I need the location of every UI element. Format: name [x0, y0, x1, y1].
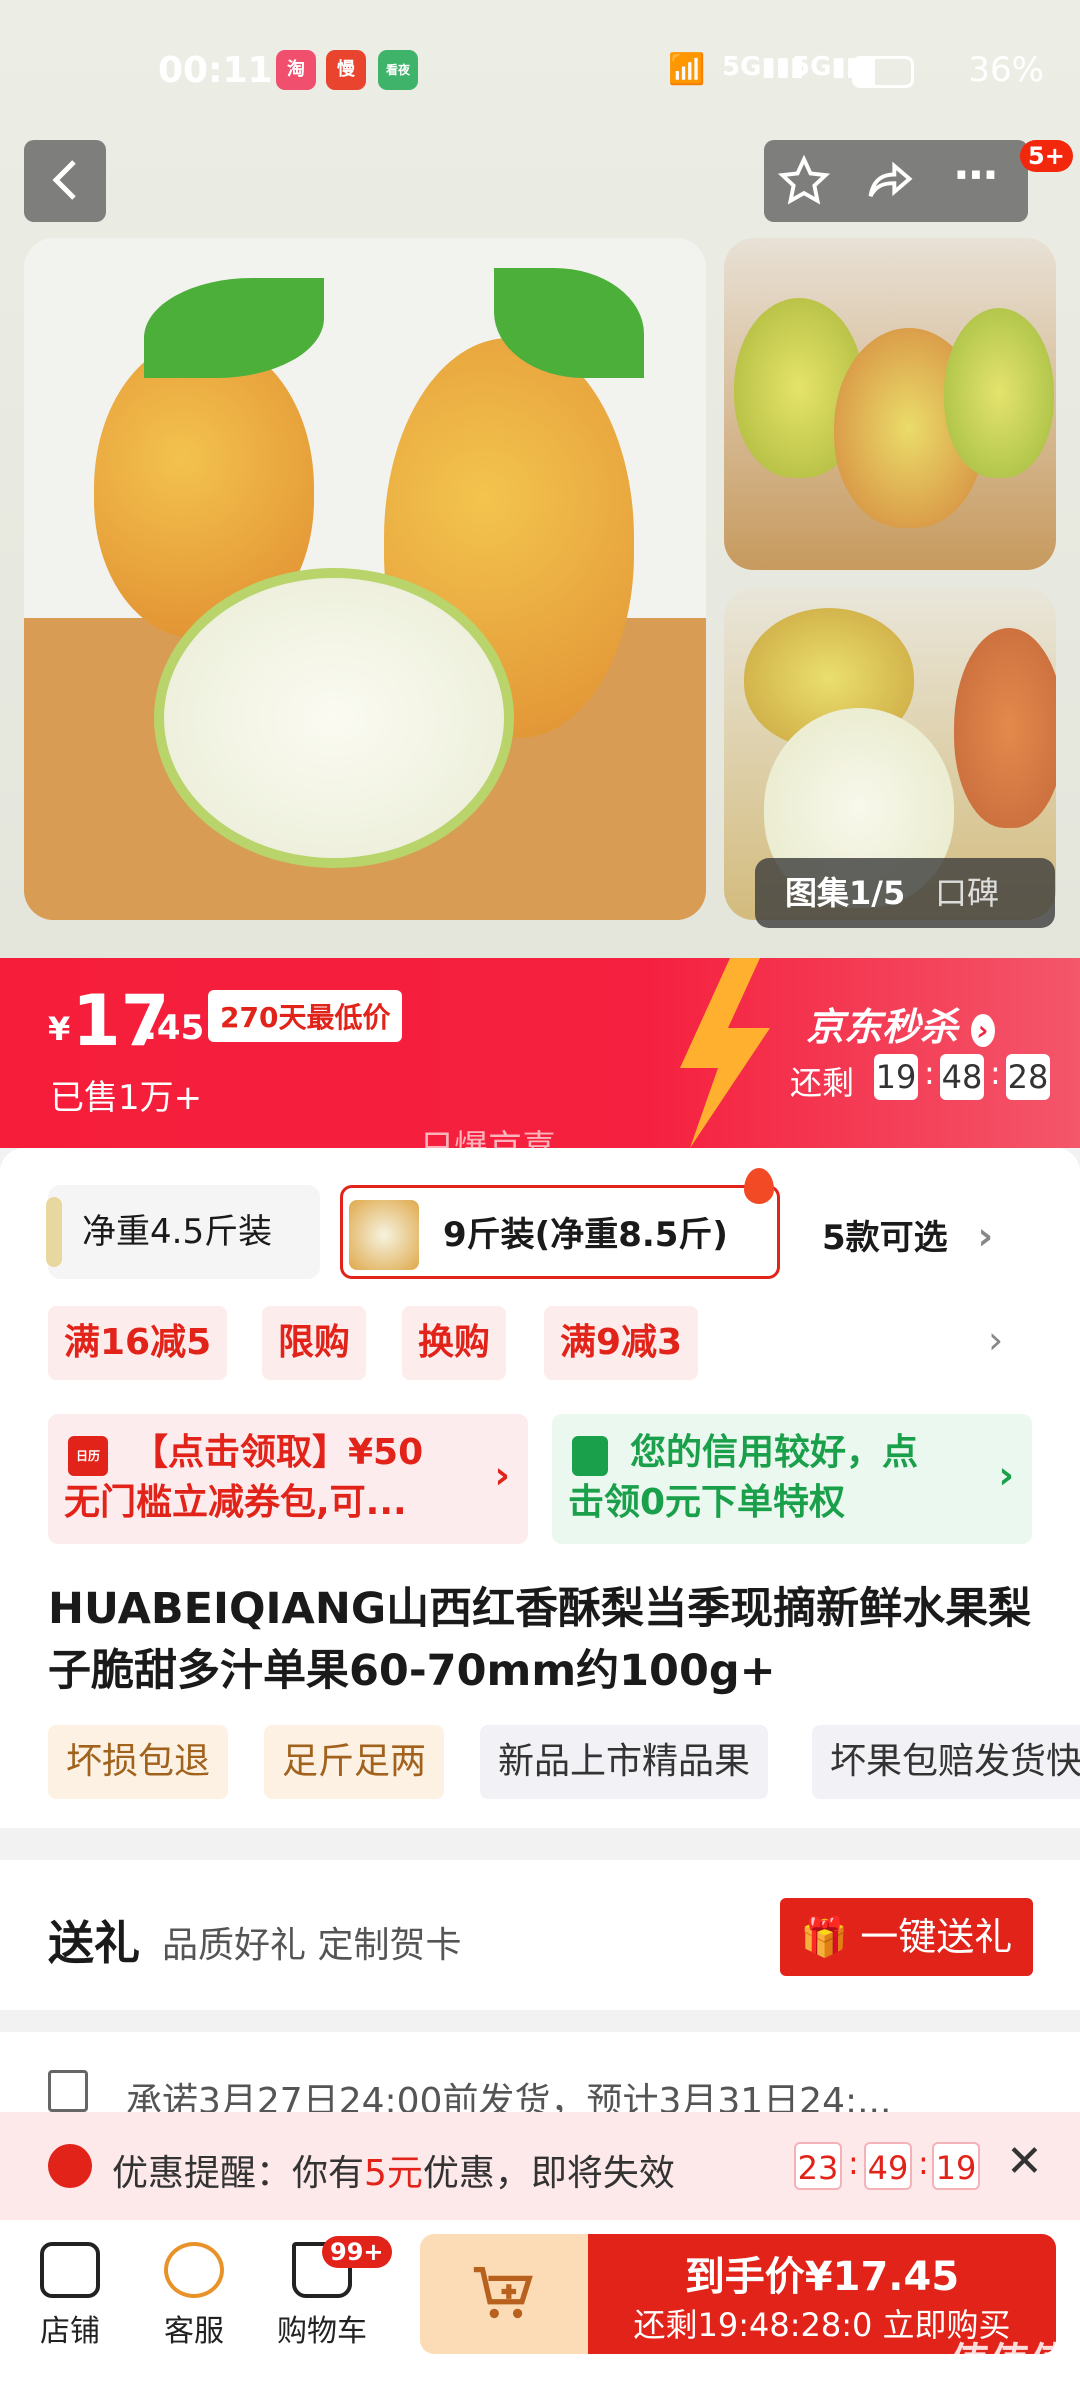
countdown-colon: : — [848, 2144, 859, 2182]
chevron-left-icon — [52, 160, 76, 200]
countdown-colon: : — [924, 1054, 935, 1092]
reminder-amount: 5元 — [364, 2153, 423, 2194]
app-icon: 看夜 — [378, 50, 418, 90]
app-icon: 慢 — [326, 50, 366, 90]
watermark-url: zhizhizhi.com — [948, 2372, 1070, 2393]
spec-thumbnail — [349, 1200, 419, 1270]
promo-tag[interactable]: 限购 — [262, 1306, 367, 1380]
main-product-image[interactable] — [24, 238, 706, 920]
gallery-indicator[interactable]: 图集1/5 口碑 — [755, 858, 1055, 928]
promo-tag[interactable]: 换购 — [402, 1306, 507, 1380]
service-label: 客服 — [164, 2314, 224, 2349]
gift-button-label: 一键送礼 — [860, 1915, 1013, 1959]
calendar-icon: 日历 — [68, 1436, 108, 1476]
spec-option[interactable]: 净重4.5斤装 — [46, 1185, 320, 1279]
share-icon — [868, 161, 913, 198]
spec-more[interactable]: 5款可选 › — [822, 1210, 993, 1259]
seckill-title[interactable]: 京东秒杀 › — [806, 996, 995, 1051]
back-button[interactable] — [24, 140, 106, 222]
service-tag[interactable]: 新品上市精品果 — [480, 1725, 769, 1799]
lowest-price-tag: 270天最低价 — [208, 990, 403, 1042]
gift-subtitle: 品质好礼 定制贺卡 — [162, 1925, 462, 1966]
cart-label: 购物车 — [277, 2314, 367, 2349]
service-tag[interactable]: 坏果包赔发货快 — [812, 1725, 1080, 1799]
coupon-line: 无门槛立减券包,可... — [64, 1482, 407, 1523]
credit-line: 击领0元下单特权 — [568, 1482, 846, 1523]
chevron-right-icon: › — [998, 1453, 1014, 1497]
reminder-text: 优惠提醒：你有5元优惠，即将失效 — [112, 2144, 675, 2196]
service-tag[interactable]: 坏损包退 — [48, 1725, 229, 1799]
wifi-icon: 📶 — [668, 52, 706, 87]
lightning-icon — [680, 958, 770, 1148]
gallery-count: 图集1/5 — [785, 874, 906, 912]
message-badge: 5+ — [1020, 140, 1073, 172]
bag-icon — [572, 1436, 608, 1476]
gift-icon: 🎁 — [800, 1915, 861, 1959]
battery-percent: 36% — [968, 50, 1044, 90]
reviews-tab[interactable]: 口碑 — [935, 858, 999, 928]
battery-icon — [852, 56, 914, 88]
favorite-button[interactable] — [777, 140, 831, 233]
close-icon[interactable]: ✕ — [1006, 2136, 1043, 2187]
countdown-minutes: 48 — [940, 1054, 984, 1100]
promo-tag[interactable]: 满9减3 — [544, 1306, 699, 1380]
service-button[interactable]: 客服 — [134, 2230, 254, 2350]
header-actions: ⋯ — [764, 140, 1028, 222]
promo-tag[interactable]: 满16减5 — [48, 1306, 228, 1380]
cart-badge: 99+ — [322, 2236, 392, 2268]
chevron-right-icon: › — [977, 1214, 994, 1258]
taobao-app-icon: 淘 — [276, 50, 316, 90]
add-to-cart-button[interactable] — [420, 2234, 588, 2354]
gift-title: 送礼 — [48, 1916, 140, 1970]
countdown-seconds: 28 — [1006, 1054, 1050, 1100]
hot-icon — [744, 1168, 774, 1204]
clock-icon — [48, 2144, 92, 2188]
chevron-right-icon: › — [971, 1014, 995, 1047]
status-time: 00:11 — [158, 50, 273, 91]
reminder-suffix: 优惠，即将失效 — [422, 2153, 675, 2194]
cart-add-icon — [473, 2267, 533, 2319]
reminder-minutes: 49 — [864, 2142, 912, 2190]
chevron-right-icon: › — [494, 1453, 510, 1497]
gift-button[interactable]: 🎁 一键送礼 — [780, 1898, 1033, 1976]
coupon-card[interactable]: 日历 【点击领取】¥50 无门槛立减券包,可... › — [48, 1414, 528, 1544]
reminder-seconds: 19 — [932, 2142, 980, 2190]
spec-label: 净重4.5斤装 — [82, 1212, 273, 1252]
seckill-label: 京东秒杀 — [806, 1005, 959, 1049]
price-decimal: .45 — [144, 1008, 205, 1048]
spec-thumbnail — [46, 1197, 62, 1267]
price-currency: ¥ — [48, 1010, 71, 1048]
spec-option-selected[interactable]: 9斤装(净重8.5斤) — [340, 1185, 780, 1279]
credit-line: 您的信用较好，点 — [630, 1432, 919, 1473]
credit-card[interactable]: 您的信用较好，点 击领0元下单特权 › — [552, 1414, 1032, 1544]
store-button[interactable]: 店铺 — [10, 2230, 130, 2350]
share-button[interactable] — [864, 140, 916, 233]
countdown-colon: : — [990, 1054, 1001, 1092]
store-label: 店铺 — [40, 2314, 100, 2349]
document-icon — [48, 2070, 88, 2112]
spec-more-label: 5款可选 — [822, 1218, 948, 1258]
more-button[interactable]: ⋯ — [954, 136, 998, 216]
buy-price: 到手价¥17.45 — [684, 2254, 960, 2300]
service-tag[interactable]: 足斤足两 — [264, 1725, 445, 1799]
spec-label: 9斤装(净重8.5斤) — [443, 1215, 728, 1255]
store-icon — [40, 2242, 100, 2298]
countdown-hours: 19 — [874, 1054, 918, 1100]
sold-count: 已售1万+ — [50, 1078, 203, 1118]
reminder-hours: 23 — [794, 2142, 842, 2190]
reminder-prefix: 优惠提醒：你有 — [112, 2153, 365, 2194]
coupon-line: 【点击领取】¥50 — [132, 1432, 424, 1473]
product-title: HUABEIQIANG山西红香酥梨当季现摘新鲜水果梨子脆甜多汁单果60-70mm… — [48, 1584, 1032, 1696]
star-icon — [777, 154, 831, 205]
seckill-remain-label: 还剩 — [790, 1064, 855, 1102]
customer-service-icon — [164, 2242, 224, 2298]
chevron-right-icon[interactable]: › — [988, 1318, 1003, 1362]
gallery-thumbnail[interactable] — [724, 238, 1056, 570]
countdown-colon: : — [918, 2144, 929, 2182]
